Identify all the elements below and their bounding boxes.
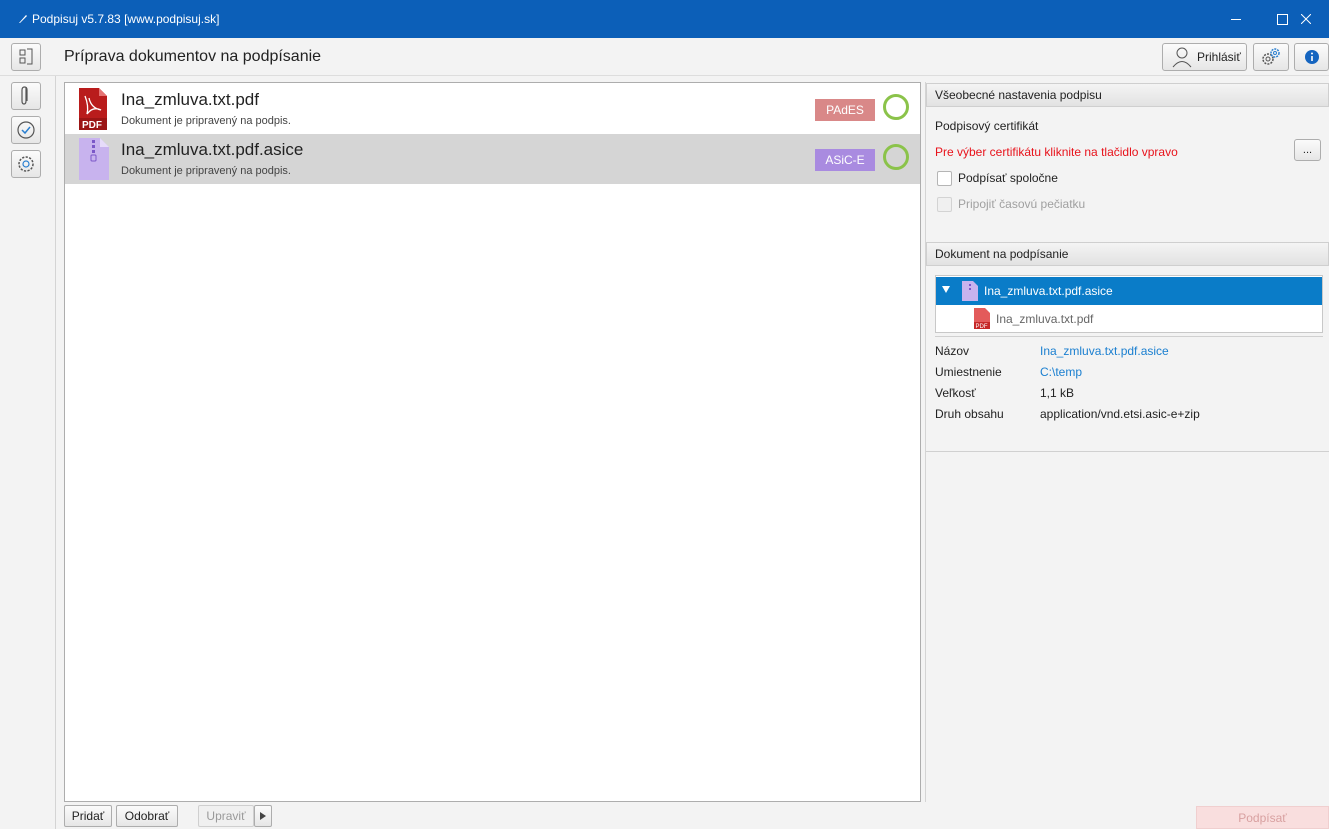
close-button[interactable]: [1283, 0, 1329, 38]
minimize-button[interactable]: [1213, 0, 1259, 38]
right-panel: [925, 82, 1329, 802]
document-name: Ina_zmluva.txt.pdf.asice: [121, 140, 304, 159]
minimize-icon: [1231, 18, 1241, 20]
document-status: Dokument je pripravený na podpis.: [121, 165, 291, 177]
edit-menu-button[interactable]: [254, 805, 272, 827]
prop-type-label: Druh obsahu: [935, 407, 1004, 421]
expand-triangle-icon[interactable]: [942, 286, 950, 293]
svg-text:PDF: PDF: [976, 324, 988, 329]
header-toolbar: Príprava dokumentov na podpísanie Prihlá…: [0, 38, 1329, 76]
about-button[interactable]: [1294, 43, 1329, 71]
prop-name-value[interactable]: Ina_zmluva.txt.pdf.asice: [1040, 344, 1169, 358]
svg-text:PDF: PDF: [82, 120, 102, 130]
document-list[interactable]: PDF Ina_zmluva.txt.pdf Dokument je pripr…: [64, 82, 921, 802]
cog-icon: [18, 156, 34, 172]
sign-together-checkbox[interactable]: [937, 171, 952, 186]
pdf-file-icon: PDF: [79, 88, 107, 130]
info-icon: [1304, 50, 1319, 64]
status-ring-icon: [883, 94, 909, 120]
choose-certificate-button[interactable]: ...: [1294, 139, 1321, 161]
prop-type-value: application/vnd.etsi.asic-e+zip: [1040, 407, 1200, 421]
document-status: Dokument je pripravený na podpis.: [121, 115, 291, 127]
tree-item-root[interactable]: Ina_zmluva.txt.pdf.asice: [936, 277, 1322, 305]
add-button[interactable]: Pridať: [64, 805, 112, 827]
cert-hint: Pre výber certifikátu kliknite na tlačid…: [935, 145, 1178, 159]
prop-size-value: 1,1 kB: [1040, 386, 1075, 400]
document-name: Ina_zmluva.txt.pdf: [121, 90, 259, 109]
tree-item-label: Ina_zmluva.txt.pdf: [996, 312, 1094, 326]
sign-button[interactable]: Podpísať: [1196, 806, 1329, 829]
close-icon: [1301, 14, 1311, 24]
prop-size-label: Veľkosť: [935, 386, 976, 400]
cert-label: Podpisový certifikát: [935, 119, 1039, 133]
signature-format-badge[interactable]: PAdES: [815, 99, 875, 121]
remove-button[interactable]: Odobrať: [116, 805, 178, 827]
window-title: Podpisuj v5.7.83 [www.podpisuj.sk]: [32, 12, 220, 26]
signature-format-badge[interactable]: ASiC-E: [815, 149, 875, 171]
verify-check-icon: [17, 121, 35, 139]
prop-location-value[interactable]: C:\temp: [1040, 365, 1082, 379]
verify-nav-button[interactable]: [11, 116, 41, 144]
page-title: Príprava dokumentov na podpísanie: [64, 48, 322, 65]
sign-together-label: Podpísať spoločne: [958, 171, 1058, 185]
paperclip-icon: [21, 86, 28, 105]
divider: [935, 336, 1323, 337]
toggle-sidebar-button[interactable]: [11, 43, 41, 71]
login-button[interactable]: Prihlásiť: [1162, 43, 1247, 71]
status-ring-icon: [883, 144, 909, 170]
zip-archive-file-icon: [79, 138, 109, 180]
left-rail: [0, 76, 56, 829]
gears-icon: [1262, 48, 1280, 65]
edit-button[interactable]: Upraviť: [198, 805, 254, 827]
tree-item-label: Ina_zmluva.txt.pdf.asice: [984, 284, 1113, 298]
prop-location-label: Umiestnenie: [935, 365, 1002, 379]
tree-item-child[interactable]: PDF Ina_zmluva.txt.pdf: [936, 305, 1322, 333]
panel-layout-icon: [19, 48, 33, 65]
triangle-right-icon: [260, 812, 266, 820]
settings-button[interactable]: [1253, 43, 1289, 71]
pdf-file-icon: PDF: [974, 308, 990, 329]
document-panel-header: Dokument na podpísanie: [926, 242, 1329, 266]
document-tree[interactable]: Ina_zmluva.txt.pdf.asice PDF Ina_zmluva.…: [935, 275, 1323, 333]
documents-nav-button[interactable]: [11, 82, 41, 110]
quill-pen-icon: [19, 15, 27, 23]
timestamp-checkbox[interactable]: [937, 197, 952, 212]
document-row[interactable]: Ina_zmluva.txt.pdf.asice Dokument je pri…: [65, 134, 920, 184]
login-label: Prihlásiť: [1197, 50, 1241, 64]
window-titlebar: Podpisuj v5.7.83 [www.podpisuj.sk]: [0, 0, 1329, 38]
signature-settings-header: Všeobecné nastavenia podpisu: [926, 83, 1329, 107]
zip-archive-file-icon: [962, 281, 978, 301]
timestamp-label: Pripojiť časovú pečiatku: [958, 197, 1086, 211]
user-icon: [1172, 47, 1192, 68]
divider: [926, 451, 1329, 452]
signature-settings-nav-button[interactable]: [11, 150, 41, 178]
document-row[interactable]: PDF Ina_zmluva.txt.pdf Dokument je pripr…: [65, 84, 920, 134]
prop-name-label: Názov: [935, 344, 970, 358]
